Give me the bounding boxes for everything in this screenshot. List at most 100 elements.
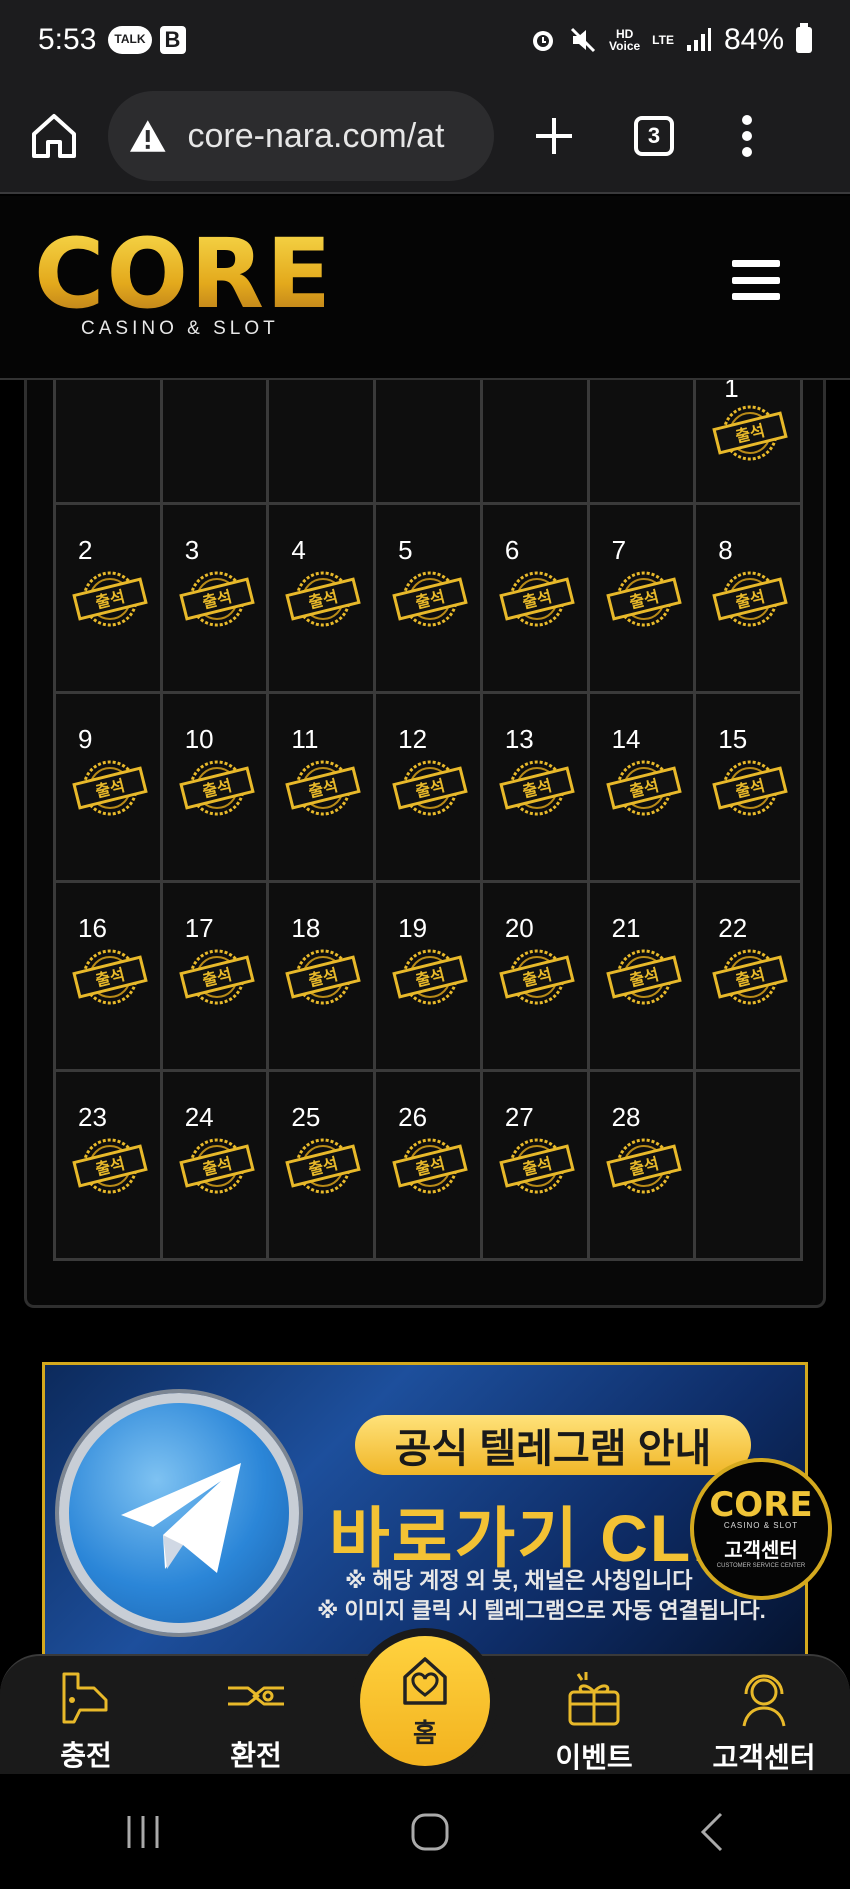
cs-badge-label: 고객센터: [724, 1540, 798, 1562]
new-tab-button[interactable]: [532, 114, 576, 158]
calendar-day-cell[interactable]: 15 출석: [696, 694, 803, 883]
calendar-day-cell[interactable]: 3 출석: [162, 505, 270, 694]
calendar-day-cell[interactable]: 18 출석: [269, 883, 377, 1072]
calendar-day-cell[interactable]: 22 출석: [696, 883, 803, 1072]
nav-deposit[interactable]: 충전: [26, 1670, 146, 1774]
tab-count: 3: [634, 116, 674, 156]
calendar-day-number: 10: [184, 724, 214, 754]
calendar-day-cell[interactable]: 17 출석: [162, 883, 270, 1072]
hamburger-menu-icon[interactable]: [732, 260, 780, 300]
address-bar[interactable]: core-nara.com/at: [108, 91, 494, 181]
customer-service-badge[interactable]: CORE CASINO & SLOT 고객센터 CUSTOMER SERVICE…: [690, 1458, 832, 1600]
calendar-day-cell[interactable]: 9 출석: [56, 694, 163, 883]
calendar-day-number: 25: [291, 1102, 321, 1132]
recent-apps-icon[interactable]: [123, 1814, 163, 1850]
nav-event-label: 이벤트: [555, 1742, 633, 1773]
banner-note-1: ※ 해당 계정 외 봇, 채널은 사칭입니다: [345, 1568, 693, 1593]
calendar-day-cell[interactable]: 14 출석: [589, 694, 697, 883]
calendar-day-cell: [589, 380, 697, 505]
browser-toolbar: core-nara.com/at 3: [0, 80, 850, 194]
attendance-stamp-icon: 출석: [605, 567, 682, 631]
attendance-stamp-icon: 출석: [72, 1134, 148, 1198]
calendar-day-number: 17: [184, 913, 214, 943]
calendar-day-number: 11: [291, 724, 319, 754]
calendar-day-cell[interactable]: 6 출석: [482, 505, 590, 694]
core-logo[interactable]: CORE CASINO & SLOT: [34, 218, 334, 339]
calendar-day-number: 4: [291, 535, 306, 565]
attendance-stamp-icon: 출석: [605, 1134, 682, 1198]
attendance-stamp-icon: 출석: [178, 945, 255, 1009]
calendar-day-number: 21: [611, 913, 641, 943]
calendar-day-cell[interactable]: 4 출석: [269, 505, 377, 694]
home-heart-icon: [403, 1656, 447, 1705]
calendar-day-cell[interactable]: 20 출석: [482, 883, 590, 1072]
calendar-day-number: 23: [78, 1102, 107, 1132]
plus-icon: [536, 118, 572, 154]
attendance-stamp-icon: 출석: [178, 756, 255, 820]
calendar-day-cell[interactable]: 16 출석: [56, 883, 163, 1072]
nav-event[interactable]: 이벤트: [534, 1670, 654, 1776]
calendar-day-cell[interactable]: 1 출석: [696, 380, 803, 505]
calendar-day-number: 2: [78, 535, 93, 565]
back-icon[interactable]: [697, 1812, 727, 1852]
banner-title-pill: 공식 텔레그램 안내: [355, 1415, 751, 1475]
calendar-day-cell[interactable]: 26 출석: [376, 1072, 483, 1261]
calendar-day-cell[interactable]: 5 출석: [376, 505, 483, 694]
calendar-day-number: 28: [611, 1102, 641, 1132]
calendar-day-cell[interactable]: 2 출석: [56, 505, 163, 694]
attendance-stamp-icon: 출석: [72, 945, 148, 1009]
calendar-day-cell[interactable]: 11 출석: [269, 694, 377, 883]
home-icon: [32, 114, 76, 158]
cs-badge-sub: CASINO & SLOT: [723, 1521, 799, 1530]
attendance-stamp-icon: 출석: [605, 945, 682, 1009]
calendar-day-number: 12: [398, 724, 428, 754]
attendance-stamp-icon: 출석: [392, 1134, 468, 1198]
attendance-stamp-icon: 출석: [285, 567, 362, 631]
tab-switcher-button[interactable]: 3: [634, 116, 674, 156]
calendar-day-cell[interactable]: 12 출석: [376, 694, 483, 883]
calendar-day-number: 5: [398, 535, 413, 565]
logo-word: CORE: [34, 218, 334, 330]
calendar-day-cell[interactable]: 8 출석: [696, 505, 803, 694]
withdraw-icon: [228, 1686, 284, 1706]
calendar-day-cell[interactable]: 23 출석: [56, 1072, 163, 1261]
attendance-stamp-icon: 출석: [72, 756, 148, 820]
calendar-day-number: 16: [78, 913, 107, 943]
nav-home-label: 홈: [413, 1717, 437, 1748]
kakaotalk-icon: TALK: [108, 26, 152, 54]
battery-icon: [796, 23, 812, 53]
nav-home-button[interactable]: 홈: [360, 1636, 490, 1766]
calendar-day-number: 9: [78, 724, 93, 754]
calendar-day-cell[interactable]: 21 출석: [589, 883, 697, 1072]
nav-support[interactable]: 고객센터: [704, 1670, 824, 1776]
calendar-day-cell[interactable]: 25 출석: [269, 1072, 377, 1261]
warning-icon[interactable]: [128, 118, 168, 154]
home-circle-icon[interactable]: [410, 1812, 450, 1852]
calendar-day-number: 15: [718, 724, 748, 754]
telegram-icon: [59, 1393, 299, 1633]
calendar-day-number: 13: [504, 724, 534, 754]
calendar-day-cell[interactable]: 19 출석: [376, 883, 483, 1072]
calendar-day-cell[interactable]: 10 출석: [162, 694, 270, 883]
nav-deposit-label: 충전: [60, 1740, 112, 1771]
url-text[interactable]: core-nara.com/at: [188, 117, 474, 156]
attendance-stamp-icon: 출석: [712, 945, 788, 1009]
home-button[interactable]: [28, 110, 80, 162]
calendar-day-number: 26: [398, 1102, 428, 1132]
calendar-day-cell[interactable]: 13 출석: [482, 694, 590, 883]
browser-menu-button[interactable]: [740, 114, 754, 158]
calendar-day-cell[interactable]: 27 출석: [482, 1072, 590, 1261]
headset-icon: [742, 1674, 786, 1727]
calendar-day-cell: [482, 380, 590, 505]
clock: 5:53: [38, 23, 97, 56]
calendar-day-cell[interactable]: 24 출석: [162, 1072, 270, 1261]
nav-support-label: 고객센터: [712, 1742, 816, 1773]
attendance-stamp-icon: 출석: [499, 567, 575, 631]
attendance-calendar: 1 출석 2 출석 3 출석 4 출석 5 출석 6 출석 7 출석 8 출석 9 출석 10 출석 11 출석 12 출석 1…: [24, 380, 826, 1308]
attendance-stamp-icon: 출석: [712, 401, 788, 465]
attendance-stamp-icon: 출석: [285, 945, 362, 1009]
calendar-day-cell[interactable]: 7 출석: [589, 505, 697, 694]
cs-badge-logo: CORE: [709, 1485, 813, 1525]
nav-withdraw[interactable]: 환전: [196, 1670, 316, 1774]
calendar-day-cell[interactable]: 28 출석: [589, 1072, 697, 1261]
